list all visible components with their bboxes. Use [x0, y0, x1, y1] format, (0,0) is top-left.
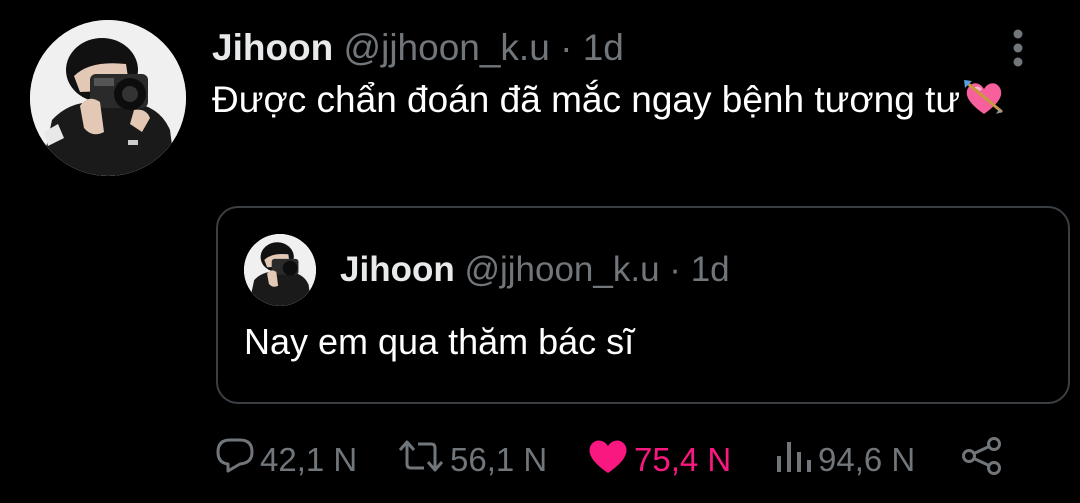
tweet-header: Jihoon @jjhoon_k.u · 1d: [212, 26, 624, 70]
header-separator: ·: [560, 27, 573, 68]
retweet-button[interactable]: 56,1 N: [396, 434, 547, 486]
more-options-icon[interactable]: [1008, 28, 1028, 68]
reply-icon: [214, 436, 256, 484]
quoted-tweet-header: Jihoon @jjhoon_k.u · 1d: [340, 248, 730, 292]
avatar-photo: [30, 20, 186, 176]
quoted-author-name: Jihoon: [340, 250, 455, 289]
author-handle[interactable]: @jjhoon_k.u: [344, 27, 550, 68]
quoted-tweet-timestamp: 1d: [690, 250, 730, 289]
like-count: 75,4 N: [634, 441, 732, 478]
quoted-tweet-card[interactable]: Jihoon @jjhoon_k.u · 1d Nay em qua thăm …: [216, 206, 1070, 404]
reply-count: 42,1 N: [260, 441, 358, 478]
quoted-tweet-text: Nay em qua thăm bác sĩ: [244, 321, 635, 362]
tweet-action-bar: 42,1 N 56,1 N 75,4 N 94,6 N: [214, 434, 1034, 486]
views-count: 94,6 N: [818, 441, 916, 478]
retweet-count: 56,1 N: [450, 441, 548, 478]
share-icon: [960, 436, 1004, 484]
reply-button[interactable]: 42,1 N: [214, 434, 357, 486]
heart-filled-icon: [586, 436, 630, 484]
like-button[interactable]: 75,4 N: [586, 434, 731, 486]
heart-with-arrow-icon: [962, 78, 1006, 129]
tweet-text-content: Được chẩn đoán đã mắc ngay bệnh tương tư: [212, 79, 961, 120]
tweet-timestamp[interactable]: 1d: [583, 27, 624, 68]
quoted-author-avatar[interactable]: [244, 234, 316, 306]
views-chart-icon: [774, 436, 814, 484]
retweet-icon: [396, 436, 446, 484]
tweet-text: Được chẩn đoán đã mắc ngay bệnh tương tư: [212, 76, 1012, 129]
views-button[interactable]: 94,6 N: [774, 434, 915, 486]
share-button[interactable]: [960, 434, 1008, 486]
author-name[interactable]: Jihoon: [212, 27, 333, 68]
quoted-author-handle: @jjhoon_k.u: [464, 250, 660, 289]
quoted-header-separator: ·: [669, 250, 681, 289]
author-avatar[interactable]: [30, 20, 186, 176]
quoted-avatar-photo: [244, 234, 316, 306]
